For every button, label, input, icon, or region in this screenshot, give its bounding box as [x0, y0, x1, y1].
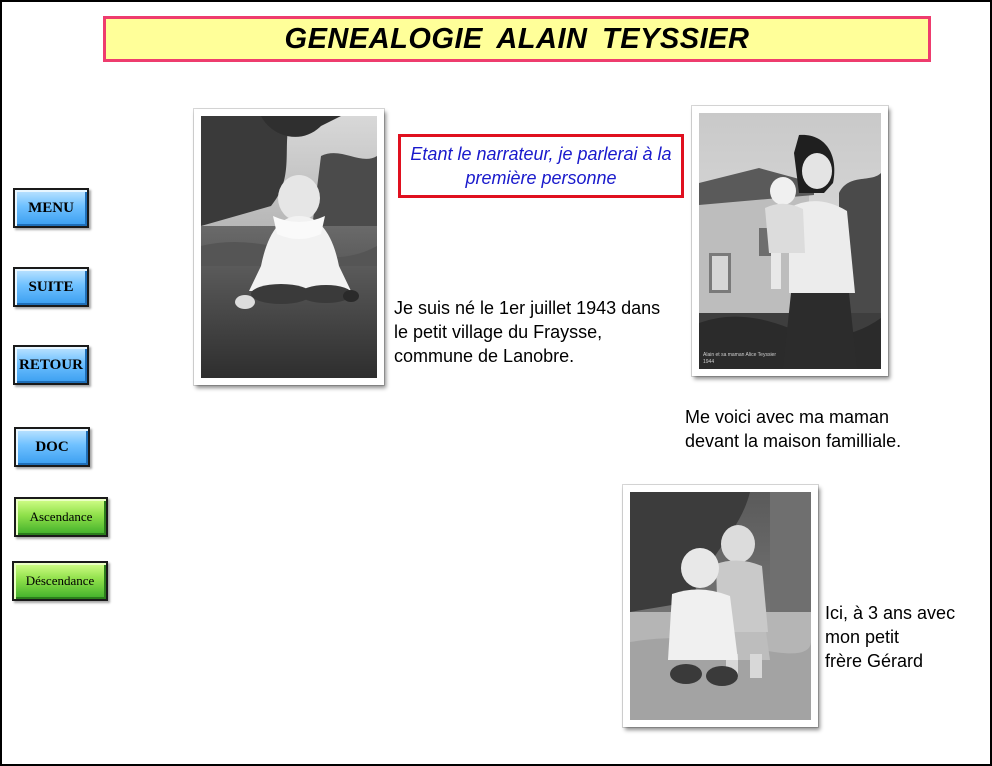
ascendance-button[interactable]: Ascendance	[14, 497, 108, 537]
descendance-button[interactable]: Déscendance	[12, 561, 108, 601]
caption-mother-line: Me voici avec ma maman	[685, 407, 890, 427]
caption-birth: Je suis né le 1er juillet 1943 dans le p…	[394, 296, 694, 368]
caption-mother: Me voici avec ma maman devant la maison …	[685, 405, 945, 453]
mother-photo-image: Alain et sa maman Alice Teyssier 1944	[699, 113, 881, 369]
photo-with-brother	[623, 485, 818, 727]
photo-baby-on-grass	[194, 109, 384, 385]
caption-brother-line: mon petit	[825, 627, 900, 647]
page-title: GENEALOGIE ALAIN TEYSSIER	[284, 22, 750, 55]
caption-brother-line: frère Gérard	[825, 651, 924, 671]
caption-brother-line: Ici, à 3 ans avec	[825, 603, 956, 623]
suite-button[interactable]: SUITE	[13, 267, 89, 307]
svg-text:1944: 1944	[703, 359, 714, 365]
retour-button[interactable]: RETOUR	[13, 345, 89, 385]
caption-mother-line: devant la maison familliale.	[685, 431, 902, 451]
narrator-note-box: Etant le narrateur, je parlerai à la pre…	[398, 134, 684, 198]
caption-birth-line: le petit village du Fraysse,	[394, 322, 603, 342]
baby-photo-image	[201, 116, 377, 378]
photo-mother-with-baby: Alain et sa maman Alice Teyssier 1944	[692, 106, 888, 376]
page-title-banner: GENEALOGIE ALAIN TEYSSIER	[103, 16, 931, 62]
caption-birth-line: commune de Lanobre.	[394, 346, 575, 366]
caption-brother: Ici, à 3 ans avec mon petit frère Gérard	[825, 601, 985, 673]
doc-button[interactable]: DOC	[14, 427, 90, 467]
svg-text:Alain et sa maman Alice Teyssi: Alain et sa maman Alice Teyssier	[703, 352, 776, 358]
menu-button[interactable]: MENU	[13, 188, 89, 228]
narrator-note-text: Etant le narrateur, je parlerai à la pre…	[410, 144, 672, 188]
caption-birth-line: Je suis né le 1er juillet 1943 dans	[394, 298, 661, 318]
brother-photo-image	[630, 492, 811, 720]
